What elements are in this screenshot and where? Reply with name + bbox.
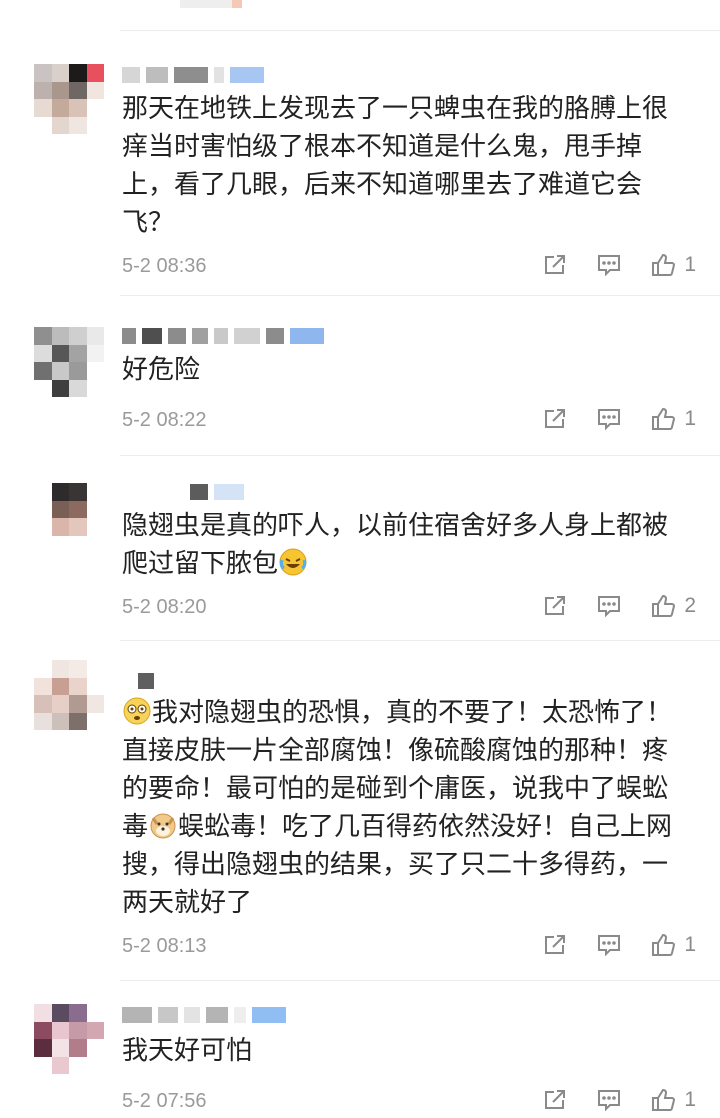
comment-text-part2: 蜈蚣毒！吃了几百得药依然没好！自己上网搜，得出隐翅虫的结果，买了只二十多得药，一… <box>122 812 673 918</box>
comment-item: 隐翅虫是真的吓人，以前住宿舍好多人身上都被爬过留下脓包 5-2 08:20 2 <box>0 455 720 640</box>
comment-actions: 1 <box>542 406 696 432</box>
like-count: 1 <box>684 1088 696 1111</box>
comment-text-content: 隐翅虫是真的吓人，以前住宿舍好多人身上都被爬过留下脓包 <box>122 511 669 579</box>
share-button[interactable] <box>542 593 568 619</box>
share-button[interactable] <box>542 252 568 278</box>
share-button[interactable] <box>542 932 568 958</box>
comment-time: 5-2 08:20 <box>122 596 207 618</box>
doge-emoji <box>150 813 176 839</box>
comment-time: 5-2 08:13 <box>122 935 207 957</box>
username[interactable] <box>138 672 154 690</box>
reply-icon <box>598 1090 621 1112</box>
like-count: 1 <box>684 933 696 956</box>
comment-actions: 1 <box>542 252 696 278</box>
like-button[interactable]: 1 <box>650 252 696 278</box>
reply-button[interactable] <box>596 593 622 619</box>
share-icon <box>545 596 566 615</box>
share-button[interactable] <box>542 406 568 432</box>
reply-icon <box>598 255 621 277</box>
divider <box>120 30 720 31</box>
username[interactable] <box>190 483 244 501</box>
dizzy-face-emoji <box>123 697 151 725</box>
share-icon <box>545 935 566 954</box>
reply-icon <box>598 409 621 431</box>
comment-item: 好危险 5-2 08:22 1 <box>0 295 720 455</box>
comment-time: 5-2 07:56 <box>122 1090 207 1112</box>
like-button[interactable]: 1 <box>650 406 696 432</box>
like-count: 2 <box>684 594 696 617</box>
divider <box>120 455 720 456</box>
comment-time: 5-2 08:22 <box>122 409 207 431</box>
comment-time: 5-2 08:36 <box>122 255 207 277</box>
thumbs-up-icon <box>652 933 676 956</box>
username[interactable] <box>122 327 324 345</box>
comment-item: 那天在地铁上发现去了一只蜱虫在我的胳膊上很痒当时害怕级了根本不知道是什么鬼，甩手… <box>0 30 720 295</box>
reply-button[interactable] <box>596 406 622 432</box>
reply-icon <box>598 935 621 957</box>
share-button[interactable] <box>542 1087 568 1113</box>
reply-icon <box>598 596 621 618</box>
username[interactable] <box>122 1006 286 1024</box>
reply-button[interactable] <box>596 1087 622 1113</box>
comment-item: 我对隐翅虫的恐惧，真的不要了！太恐怖了！直接皮肤一片全部腐蚀！像硫酸腐蚀的那种！… <box>0 640 720 980</box>
thumbs-up-icon <box>652 1088 676 1111</box>
divider <box>120 980 720 981</box>
reply-button[interactable] <box>596 252 622 278</box>
comment-actions: 1 <box>542 1087 696 1113</box>
laughing-crying-emoji <box>279 548 307 576</box>
avatar[interactable] <box>34 483 104 553</box>
like-button[interactable]: 1 <box>650 932 696 958</box>
divider <box>120 295 720 296</box>
like-count: 1 <box>684 253 696 276</box>
like-button[interactable]: 1 <box>650 1087 696 1113</box>
avatar[interactable] <box>34 660 104 730</box>
comment-actions: 2 <box>542 593 696 619</box>
avatar[interactable] <box>34 1004 104 1074</box>
previous-comment-footer-cutoff <box>0 0 720 14</box>
comment-text: 我对隐翅虫的恐惧，真的不要了！太恐怖了！直接皮肤一片全部腐蚀！像硫酸腐蚀的那种！… <box>122 694 692 922</box>
comment-text: 隐翅虫是真的吓人，以前住宿舍好多人身上都被爬过留下脓包 <box>122 507 692 583</box>
share-icon <box>545 1090 566 1109</box>
divider <box>120 640 720 641</box>
comment-actions: 1 <box>542 932 696 958</box>
comment-text: 那天在地铁上发现去了一只蜱虫在我的胳膊上很痒当时害怕级了根本不知道是什么鬼，甩手… <box>122 94 669 238</box>
thumbs-up-icon <box>652 407 676 430</box>
like-button[interactable]: 2 <box>650 593 696 619</box>
avatar[interactable] <box>34 327 104 397</box>
share-icon <box>545 409 566 428</box>
comment-text: 好危险 <box>122 355 201 385</box>
avatar[interactable] <box>34 64 104 134</box>
comment-item: 我天好可怕 5-2 07:56 1 <box>0 980 720 1118</box>
thumbs-up-icon <box>652 253 676 276</box>
username[interactable] <box>122 66 264 84</box>
like-count: 1 <box>684 407 696 430</box>
comment-text: 我天好可怕 <box>122 1036 253 1066</box>
thumbs-up-icon <box>652 594 676 617</box>
reply-button[interactable] <box>596 932 622 958</box>
share-icon <box>545 255 566 274</box>
